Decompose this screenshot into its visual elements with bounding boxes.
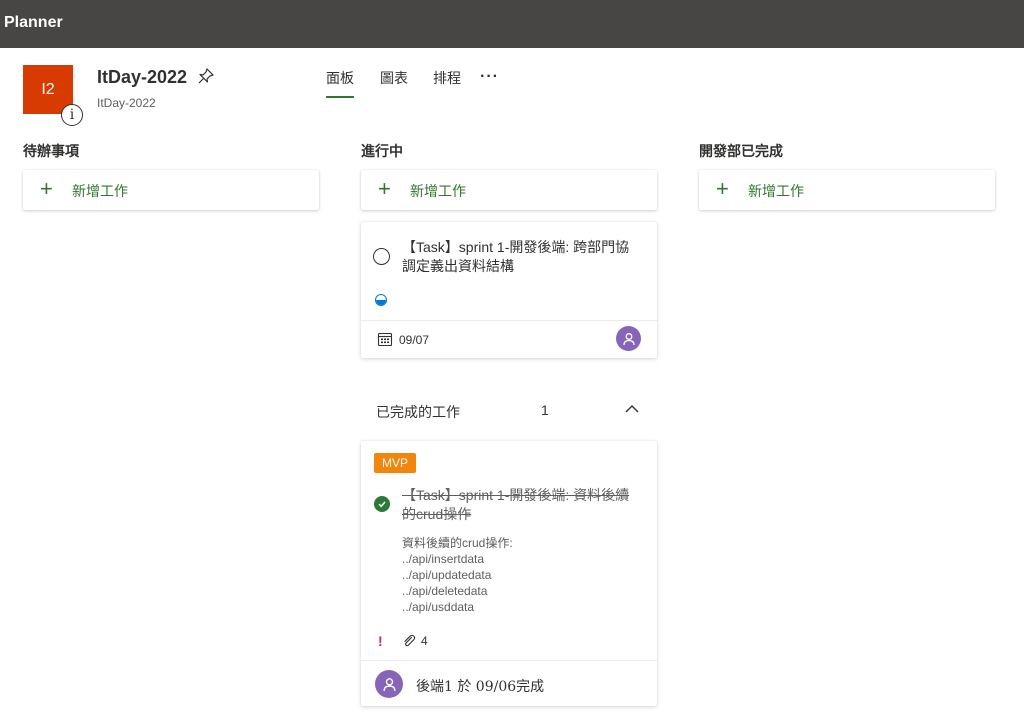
- tab-board[interactable]: 面板: [326, 68, 354, 88]
- person-icon: [382, 677, 396, 691]
- in-progress-icon[interactable]: [375, 294, 387, 306]
- tab-charts[interactable]: 圖表: [380, 68, 408, 88]
- plus-icon: +: [716, 176, 729, 201]
- calendar-icon: [377, 332, 393, 347]
- more-options-icon[interactable]: ···: [480, 68, 499, 86]
- attachment-count: 4: [421, 634, 428, 648]
- plus-icon: +: [40, 176, 53, 201]
- add-task-button-done[interactable]: + 新增工作: [699, 170, 995, 210]
- plan-initials: I2: [41, 80, 55, 98]
- card-divider: [361, 660, 657, 661]
- person-icon: [622, 332, 635, 345]
- due-date[interactable]: 09/07: [399, 333, 429, 347]
- info-icon[interactable]: i: [61, 104, 83, 126]
- task-title[interactable]: 【Task】sprint 1-開發後端: 跨部門協 調定義出資料結構: [402, 238, 646, 276]
- completed-tasks-toggle[interactable]: 已完成的工作: [376, 402, 460, 422]
- top-bar: Planner: [0, 0, 1024, 48]
- app-title[interactable]: Planner: [4, 14, 63, 32]
- completed-tasks-count: 1: [541, 402, 549, 418]
- plus-icon: +: [378, 176, 391, 201]
- complete-task-checkbox[interactable]: [373, 248, 390, 265]
- task-label-badge[interactable]: MVP: [374, 453, 417, 473]
- completed-checkmark-icon[interactable]: [374, 496, 390, 512]
- plan-name: ItDay-2022: [97, 67, 188, 87]
- column-title-in-progress[interactable]: 進行中: [361, 141, 403, 161]
- add-task-button-in-progress[interactable]: + 新增工作: [361, 170, 657, 210]
- card-divider: [361, 320, 657, 321]
- completed-by-avatar[interactable]: [375, 670, 403, 698]
- attachment-icon[interactable]: [402, 634, 416, 648]
- plan-subtitle: ItDay-2022: [97, 96, 156, 110]
- chevron-up-icon[interactable]: [624, 402, 640, 416]
- pin-icon[interactable]: [196, 66, 216, 86]
- add-task-button-todo[interactable]: + 新增工作: [23, 170, 319, 210]
- important-priority-icon[interactable]: !: [378, 633, 383, 649]
- add-task-label: 新增工作: [748, 183, 804, 199]
- tab-schedule[interactable]: 排程: [433, 68, 461, 88]
- active-tab-indicator: [326, 96, 354, 98]
- assignee-avatar[interactable]: [616, 326, 641, 351]
- task-description: 資料後續的crud操作: ../api/insertdata ../api/up…: [402, 536, 513, 614]
- completed-by-text: 後端1 於 09/06完成: [416, 679, 545, 695]
- column-title-todo[interactable]: 待辦事項: [23, 141, 79, 161]
- add-task-label: 新增工作: [72, 183, 128, 199]
- add-task-label: 新增工作: [410, 183, 466, 199]
- completed-task-title[interactable]: 【Task】sprint 1-開發後端: 資料後續 的crud操作: [402, 486, 646, 524]
- column-title-done[interactable]: 開發部已完成: [699, 141, 783, 161]
